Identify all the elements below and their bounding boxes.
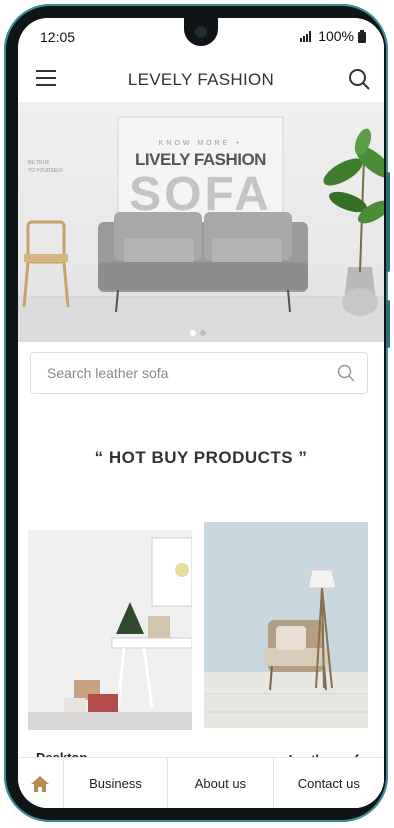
product-card-leather-sofa[interactable]: Leather sofa (204, 522, 368, 772)
screen: 12:05 100% LEVELY FASHION KNOW MORE + LI… (18, 18, 384, 808)
nav-home[interactable] (18, 758, 63, 808)
banner-illustration (18, 116, 384, 342)
camera-notch (184, 18, 218, 46)
power-button (386, 300, 390, 348)
app-title: LEVELY FASHION (127, 70, 275, 89)
nav-contact-us[interactable]: Contact us (272, 758, 384, 808)
banner-side-text-2: TO YOURSELF (28, 168, 64, 174)
battery-percent: 100% (318, 28, 354, 44)
banner-big-word: SOFA (129, 168, 272, 221)
hero-banner[interactable]: KNOW MORE + LIVELY FASHION SOFA BE TRUE … (18, 102, 384, 342)
front-camera (195, 26, 207, 38)
banner-kicker: KNOW MORE + (158, 140, 243, 147)
home-icon (31, 775, 50, 792)
product-image-leather-sofa (204, 522, 368, 728)
product-image-desktop (28, 530, 192, 730)
bottom-nav: Business About us Contact us (18, 757, 384, 808)
search-submit-icon[interactable] (337, 364, 355, 382)
search-input[interactable] (45, 353, 319, 393)
banner-side-text-1: BE TRUE (28, 160, 50, 166)
status-right: 100% (300, 28, 366, 44)
product-card-desktop[interactable]: Desktop... (28, 530, 192, 770)
phone-frame: 12:05 100% LEVELY FASHION KNOW MORE + LI… (4, 4, 390, 822)
status-bar: 12:05 100% (18, 18, 384, 56)
section-title: “ HOT BUY PRODUCTS ” (94, 448, 308, 467)
status-time: 12:05 (40, 29, 76, 45)
carousel-dot-active[interactable] (190, 330, 196, 336)
nav-business[interactable]: Business (62, 758, 167, 808)
carousel-dots (190, 330, 206, 336)
search-section (18, 342, 384, 418)
battery-icon (358, 29, 366, 43)
carousel-dot[interactable] (200, 330, 206, 336)
banner-headline: LIVELY FASHION (135, 150, 266, 169)
nav-about-us[interactable]: About us (167, 758, 272, 808)
search-icon[interactable] (348, 68, 370, 90)
app-header: LEVELY FASHION (18, 56, 384, 102)
volume-button (386, 172, 390, 272)
search-box (30, 352, 368, 394)
signal-icon (300, 31, 312, 42)
products-section: “ HOT BUY PRODUCTS ” Desktop... (18, 418, 384, 808)
